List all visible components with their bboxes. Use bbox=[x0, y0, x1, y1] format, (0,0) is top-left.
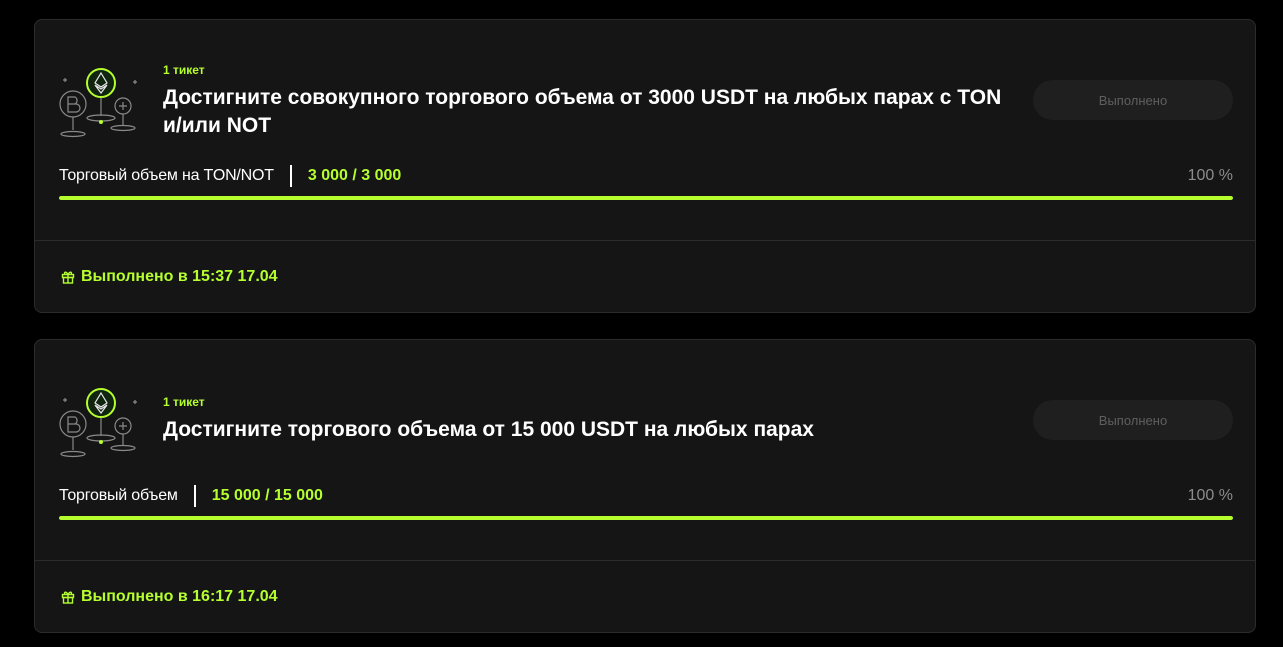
progress-info: Торговый объем на TON/NOT 3 000 / 3 000 … bbox=[59, 164, 1233, 188]
progress-percent: 100 % bbox=[1187, 487, 1233, 504]
progress-bar bbox=[59, 196, 1233, 200]
task-card: 1 тикет Достигните совокупного торгового… bbox=[34, 19, 1256, 313]
progress-label: Торговый объем на TON/NOT bbox=[59, 167, 274, 184]
completion-text: Выполнено в 16:17 17.04 bbox=[81, 588, 278, 605]
progress-value: 3 000 / 3 000 bbox=[307, 167, 402, 184]
progress-label: Торговый объем bbox=[59, 487, 178, 504]
completion-text: Выполнено в 15:37 17.04 bbox=[81, 268, 278, 285]
completed-button[interactable]: Выполнено bbox=[1033, 400, 1233, 440]
progress-separator bbox=[289, 165, 292, 187]
gift-icon bbox=[61, 271, 75, 284]
crypto-coins-illustration-icon bbox=[59, 388, 137, 458]
progress-bar bbox=[59, 516, 1233, 520]
progress-value: 15 000 / 15 000 bbox=[211, 487, 323, 504]
completion-status: Выполнено в 16:17 17.04 bbox=[61, 588, 278, 606]
card-divider bbox=[35, 240, 1255, 241]
task-title: Достигните торгового объема от 15 000 US… bbox=[163, 418, 814, 441]
progress-percent: 100 % bbox=[1187, 167, 1233, 184]
gift-icon bbox=[61, 591, 75, 604]
task-title: Достигните совокупного торгового объема … bbox=[163, 86, 1002, 137]
completion-status: Выполнено в 15:37 17.04 bbox=[61, 268, 278, 286]
ticket-count: 1 тикет bbox=[163, 63, 205, 77]
card-divider bbox=[35, 560, 1255, 561]
completed-button[interactable]: Выполнено bbox=[1033, 80, 1233, 120]
progress-bar-fill bbox=[59, 516, 1233, 520]
progress-separator bbox=[193, 485, 196, 507]
task-card: 1 тикет Достигните торгового объема от 1… bbox=[34, 339, 1256, 633]
ticket-count: 1 тикет bbox=[163, 395, 205, 409]
progress-info: Торговый объем 15 000 / 15 000 100 % bbox=[59, 484, 1233, 508]
crypto-coins-illustration-icon bbox=[59, 68, 137, 138]
progress-bar-fill bbox=[59, 196, 1233, 200]
